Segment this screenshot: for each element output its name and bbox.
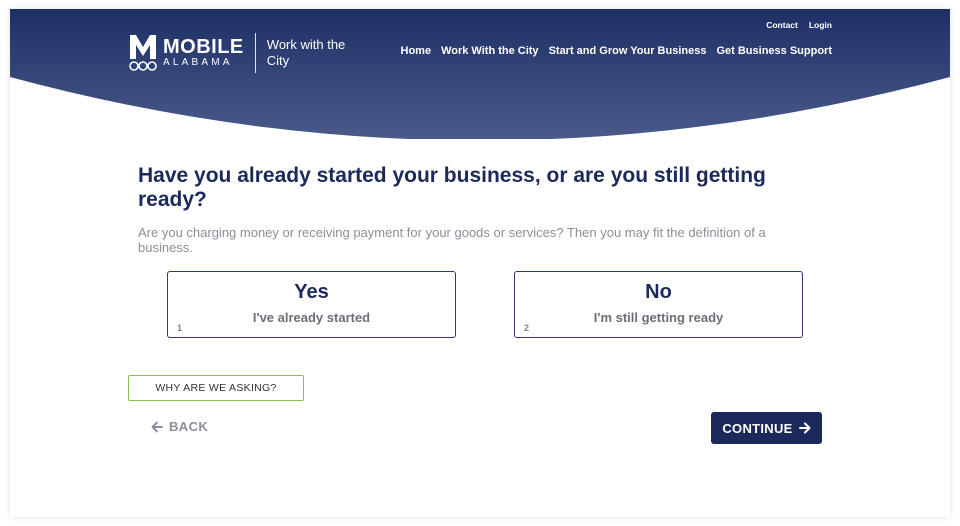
nav-home[interactable]: Home [401, 45, 432, 57]
login-link[interactable]: Login [809, 20, 832, 30]
question-title: Have you already started your business, … [138, 164, 766, 211]
option-yes-number: 1 [177, 323, 183, 333]
contact-link[interactable]: Contact [766, 20, 798, 30]
logo-tagline: Work with the City [266, 37, 346, 68]
page-frame: MOBILE ALABAMA Work with the City Contac… [10, 9, 950, 517]
mobile-m-logo-icon [129, 35, 157, 71]
option-yes-title: Yes [294, 281, 329, 303]
continue-button[interactable]: CONTINUE [711, 412, 822, 444]
option-no-subtitle: I'm still getting ready [593, 310, 724, 325]
logo-wordmark: MOBILE ALABAMA [163, 37, 244, 69]
utility-nav: Contact Login [766, 20, 832, 30]
main-nav: Home Work With the City Start and Grow Y… [401, 45, 832, 57]
back-label: BACK [169, 419, 209, 434]
option-no-button[interactable]: No I'm still getting ready 2 [514, 271, 803, 338]
arrow-left-icon [151, 421, 163, 432]
question-explanation: Are you charging money or receiving paym… [138, 225, 766, 255]
site-logo[interactable]: MOBILE ALABAMA Work with the City [128, 31, 347, 75]
logo-divider [254, 33, 256, 73]
option-yes-button[interactable]: Yes I've already started 1 [167, 271, 456, 338]
why-are-we-asking-button[interactable]: WHY ARE WE ASKING? [128, 375, 304, 401]
nav-start-and-grow[interactable]: Start and Grow Your Business [549, 45, 707, 57]
option-no-title: No [645, 281, 672, 303]
continue-label: CONTINUE [722, 420, 793, 436]
back-button[interactable]: BACK [151, 419, 208, 434]
option-no-number: 2 [524, 323, 530, 333]
nav-get-business-support[interactable]: Get Business Support [716, 45, 832, 57]
nav-work-with-the-city[interactable]: Work With the City [441, 45, 538, 57]
option-yes-subtitle: I've already started [252, 310, 371, 325]
logo-city-name: MOBILE [163, 36, 244, 58]
logo-state-name: ALABAMA [163, 57, 233, 68]
arrow-right-icon [798, 422, 811, 434]
